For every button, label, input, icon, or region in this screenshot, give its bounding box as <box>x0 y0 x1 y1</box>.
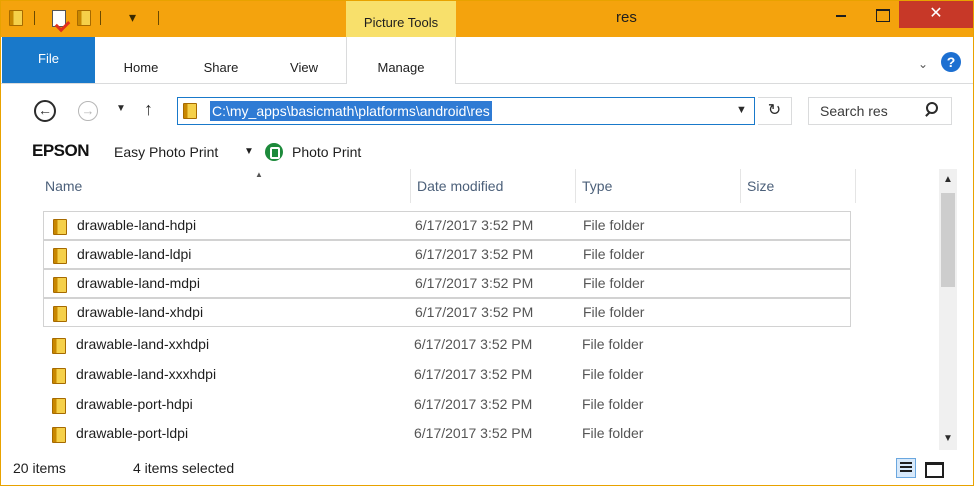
file-type: File folder <box>582 425 644 441</box>
column-header-type[interactable]: Type <box>576 169 741 203</box>
file-row[interactable]: drawable-land-xxxhdpi 6/17/2017 3:52 PM … <box>43 361 851 390</box>
folder-icon <box>52 338 66 354</box>
photo-print-button[interactable]: Photo Print <box>292 144 361 160</box>
tab-file[interactable]: File <box>2 37 95 83</box>
folder-icon <box>53 248 67 264</box>
scroll-thumb[interactable] <box>941 193 955 287</box>
quick-access-separator <box>100 11 101 25</box>
details-view-icon[interactable] <box>896 458 916 478</box>
search-input[interactable] <box>809 98 921 124</box>
ribbon-tab-bar: File Home Share View Manage ⌄ ? <box>1 37 973 84</box>
file-name: drawable-port-ldpi <box>76 425 189 441</box>
tab-manage[interactable]: Manage <box>346 37 456 84</box>
maximize-button[interactable] <box>865 1 899 29</box>
search-icon[interactable] <box>925 102 939 116</box>
file-name: drawable-land-xxxhdpi <box>76 366 217 382</box>
file-row[interactable]: drawable-land-xxhdpi 6/17/2017 3:52 PM F… <box>43 331 851 360</box>
tab-share[interactable]: Share <box>192 54 250 82</box>
file-type: File folder <box>583 304 645 320</box>
picture-tools-header: Picture Tools <box>346 1 456 37</box>
address-dropdown-button[interactable]: ▼ <box>736 104 747 116</box>
file-date: 6/17/2017 3:52 PM <box>415 304 534 320</box>
file-type: File folder <box>583 217 645 233</box>
file-date: 6/17/2017 3:52 PM <box>414 336 533 352</box>
file-date: 6/17/2017 3:52 PM <box>415 246 534 262</box>
file-row[interactable]: drawable-land-hdpi 6/17/2017 3:52 PM Fil… <box>43 211 851 240</box>
column-header-row: Name ▲ Date modified Type Size <box>1 169 939 203</box>
easy-photo-print-dropdown[interactable]: ▼ <box>244 146 254 157</box>
large-icons-view-icon[interactable] <box>923 458 944 478</box>
file-date: 6/17/2017 3:52 PM <box>415 217 534 233</box>
tab-view[interactable]: View <box>279 54 329 82</box>
title-bar: ▾ Picture Tools res ✕ <box>1 1 973 37</box>
properties-icon[interactable] <box>52 10 66 27</box>
folder-icon <box>53 306 67 322</box>
folder-icon <box>183 103 197 119</box>
column-header-name[interactable]: Name ▲ <box>39 169 411 203</box>
file-name: drawable-land-xxhdpi <box>76 336 210 352</box>
file-date: 6/17/2017 3:52 PM <box>415 275 534 291</box>
file-row[interactable]: drawable-port-ldpi 6/17/2017 3:52 PM Fil… <box>43 420 851 449</box>
address-text[interactable]: C:\my_apps\basicmath\platforms\android\r… <box>210 101 492 121</box>
refresh-button[interactable]: ↻ <box>758 97 792 125</box>
item-count: 20 items <box>13 460 66 476</box>
column-header-label: Name <box>45 178 83 194</box>
column-header-size[interactable]: Size <box>741 169 856 203</box>
folder-icon <box>52 427 66 443</box>
file-row[interactable]: drawable-port-hdpi 6/17/2017 3:52 PM Fil… <box>43 391 851 420</box>
file-type: File folder <box>583 275 645 291</box>
customize-quick-access-button[interactable]: ▾ <box>129 9 136 26</box>
navigation-bar: ← → ▼ ↑ C:\my_apps\basicmath\platforms\a… <box>1 85 973 137</box>
file-type: File folder <box>582 396 644 412</box>
epson-logo: EPSON <box>32 141 90 160</box>
vertical-scrollbar[interactable]: ▲ ▼ <box>939 169 957 450</box>
new-folder-icon[interactable] <box>77 10 91 26</box>
file-date: 6/17/2017 3:52 PM <box>414 366 533 382</box>
explorer-window: ▾ Picture Tools res ✕ File Home Share Vi… <box>0 0 974 486</box>
up-button[interactable]: ↑ <box>144 99 153 120</box>
file-row[interactable]: drawable-land-mdpi 6/17/2017 3:52 PM Fil… <box>43 269 851 298</box>
help-icon[interactable]: ? <box>941 52 961 72</box>
file-row[interactable]: drawable-land-xhdpi 6/17/2017 3:52 PM Fi… <box>43 298 851 327</box>
file-row[interactable]: drawable-land-ldpi 6/17/2017 3:52 PM Fil… <box>43 240 851 269</box>
file-name: drawable-land-hdpi <box>77 217 197 233</box>
minimize-button[interactable] <box>824 1 858 29</box>
file-list: drawable-land-hdpi 6/17/2017 3:52 PM Fil… <box>1 211 939 451</box>
window-title: res <box>616 9 637 26</box>
close-button[interactable]: ✕ <box>899 1 973 28</box>
folder-icon[interactable] <box>9 10 23 26</box>
folder-icon <box>52 368 66 384</box>
quick-access-separator <box>34 11 35 25</box>
scroll-down-button[interactable]: ▼ <box>939 428 957 450</box>
folder-icon <box>53 277 67 293</box>
scroll-up-button[interactable]: ▲ <box>939 169 957 191</box>
epson-toolbar: EPSON Easy Photo Print ▼ Photo Print <box>1 137 973 169</box>
file-type: File folder <box>583 246 645 262</box>
folder-icon <box>53 219 67 235</box>
easy-photo-print-button[interactable]: Easy Photo Print <box>114 144 218 160</box>
file-name: drawable-port-hdpi <box>76 396 193 412</box>
sort-ascending-icon: ▲ <box>255 170 263 179</box>
printer-icon[interactable] <box>265 143 283 161</box>
file-type: File folder <box>582 336 644 352</box>
folder-icon <box>52 398 66 414</box>
search-box[interactable] <box>808 97 952 125</box>
file-name: drawable-land-mdpi <box>77 275 200 291</box>
recent-locations-button[interactable]: ▼ <box>116 103 126 114</box>
expand-ribbon-button[interactable]: ⌄ <box>918 57 928 71</box>
tab-home[interactable]: Home <box>112 54 170 82</box>
address-bar[interactable]: C:\my_apps\basicmath\platforms\android\r… <box>177 97 755 125</box>
file-name: drawable-land-xhdpi <box>77 304 204 320</box>
back-button[interactable]: ← <box>34 100 56 122</box>
quick-access-separator <box>158 11 159 25</box>
status-bar: 20 items 4 items selected <box>1 451 973 485</box>
file-date: 6/17/2017 3:52 PM <box>414 425 533 441</box>
selection-count: 4 items selected <box>133 460 235 476</box>
file-name: drawable-land-ldpi <box>77 246 192 262</box>
file-date: 6/17/2017 3:52 PM <box>414 396 533 412</box>
file-type: File folder <box>582 366 644 382</box>
forward-button[interactable]: → <box>78 101 98 121</box>
column-header-date-modified[interactable]: Date modified <box>411 169 576 203</box>
